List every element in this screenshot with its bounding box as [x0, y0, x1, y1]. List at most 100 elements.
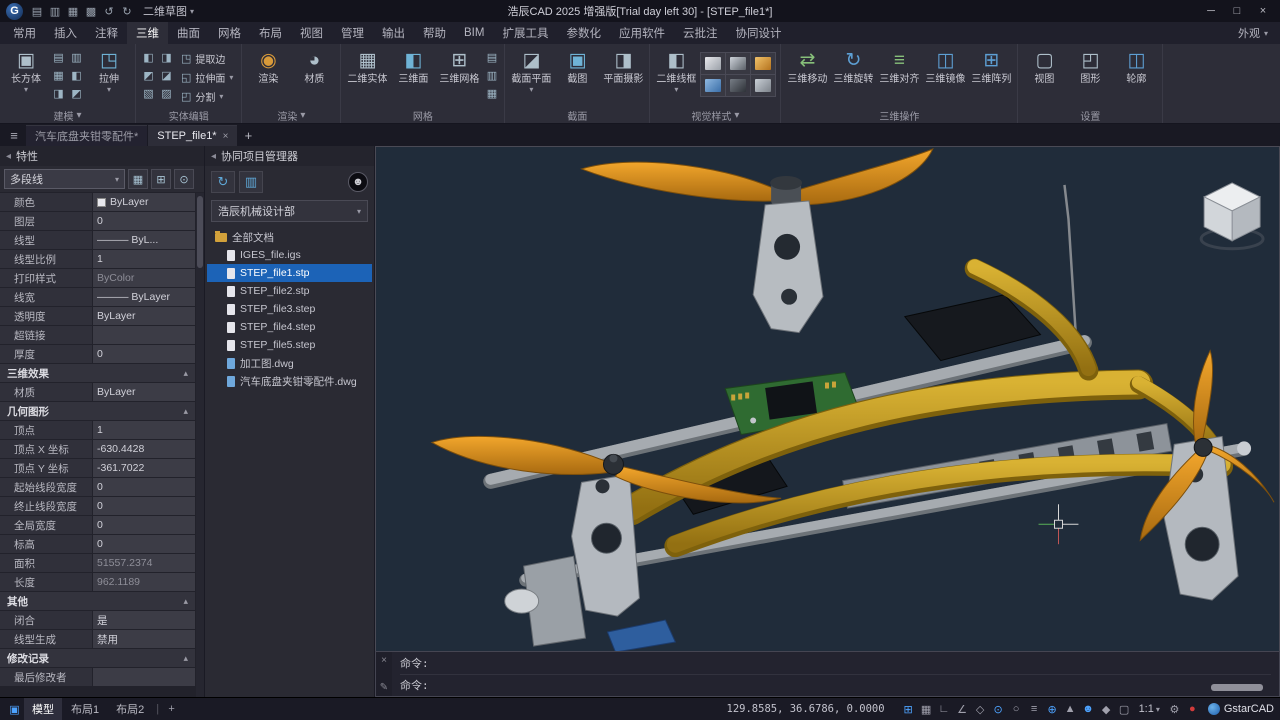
close-button[interactable]: × — [1250, 0, 1276, 22]
command-window[interactable]: × ✎ 命令: 命令: — [375, 651, 1280, 697]
tab-yingyong[interactable]: 应用软件 — [610, 22, 674, 44]
property-row-start-width[interactable]: 起始线段宽度 0 — [0, 478, 195, 496]
property-row-vertex[interactable]: 顶点 1 — [0, 421, 195, 439]
modeling-tool-icon[interactable]: ▦ — [50, 67, 67, 84]
collaboration-user-icon[interactable]: ☻ — [1080, 701, 1097, 718]
tab-qumian[interactable]: 曲面 — [168, 22, 209, 44]
ortho-icon[interactable]: ∟ — [936, 701, 953, 718]
group-label-render[interactable]: 渲染 ▾ — [242, 108, 340, 123]
modeling-tool-icon[interactable]: ▤ — [50, 49, 67, 66]
otrack-icon[interactable]: ○ — [1008, 701, 1025, 718]
tab-shitu[interactable]: 视图 — [291, 22, 332, 44]
print-icon[interactable]: ▩ — [82, 2, 100, 20]
object-type-dropdown[interactable]: 多段线 ▾ — [4, 169, 125, 189]
sync-project-button[interactable]: ↻ — [211, 171, 235, 193]
appearance-menu[interactable]: 外观 ▾ — [1226, 22, 1280, 44]
clean-screen-icon[interactable]: ▢ — [1116, 701, 1133, 718]
section-3d-effects[interactable]: 三维效果 ▴ — [0, 364, 195, 382]
property-row-thickness[interactable]: 厚度 0 — [0, 345, 195, 363]
profile-button[interactable]: ◫ 轮廓 — [1114, 46, 1158, 106]
tab-bim[interactable]: BIM — [455, 22, 493, 44]
solid-edit-tool-icon[interactable]: ◩ — [140, 67, 157, 84]
tree-file-step1[interactable]: STEP_file1.stp — [207, 264, 372, 282]
flatshot-button[interactable]: ◨ 平面摄影 — [601, 46, 645, 106]
property-row-elevation[interactable]: 标高 0 — [0, 535, 195, 553]
separate-button[interactable]: ◰ 分割 ▾ — [177, 87, 237, 105]
tree-folder-all-docs[interactable]: 全部文档 — [207, 228, 372, 246]
modeling-tool-icon[interactable]: ◩ — [68, 85, 85, 102]
panel-collapse-icon[interactable]: ◂ — [6, 151, 11, 162]
model-viewport[interactable] — [375, 146, 1280, 651]
tab-shuchu[interactable]: 输出 — [373, 22, 414, 44]
properties-panel-header[interactable]: ◂ 特性 — [0, 146, 204, 166]
3d-face-button[interactable]: ◧ 三维面 — [391, 46, 435, 106]
3d-mesh-button[interactable]: ⊞ 三维网格 — [437, 46, 481, 106]
tab-changyong[interactable]: 常用 — [4, 22, 45, 44]
drone-model[interactable] — [432, 149, 1274, 651]
visual-style-option[interactable] — [701, 75, 725, 96]
2d-solid-button[interactable]: ▦ 二维实体 — [345, 46, 389, 106]
property-row-linetype-gen[interactable]: 线型生成 禁用 — [0, 630, 195, 648]
graphics-button[interactable]: ◰ 图形 — [1068, 46, 1112, 106]
section-misc[interactable]: 其他 ▴ — [0, 592, 195, 610]
tree-file-machining-dwg[interactable]: 加工图.dwg — [207, 354, 372, 372]
tree-file-step5[interactable]: STEP_file5.step — [207, 336, 372, 354]
layout1-tab[interactable]: 布局1 — [63, 698, 107, 720]
section-modify-record[interactable]: 修改记录 ▴ — [0, 649, 195, 667]
solid-edit-tool-icon[interactable]: ◨ — [158, 49, 175, 66]
group-label-solid-edit[interactable]: 实体编辑 — [136, 108, 241, 123]
mesh-tool-icon[interactable]: ▥ — [483, 67, 500, 84]
close-command-icon[interactable]: × — [381, 655, 387, 666]
property-row-layer[interactable]: 图层 0 — [0, 212, 195, 230]
property-row-length[interactable]: 长度 962.1189 — [0, 573, 195, 591]
group-label-settings[interactable]: 设置 — [1018, 108, 1162, 123]
maximize-button[interactable]: □ — [1224, 0, 1250, 22]
tab-wangge[interactable]: 网格 — [209, 22, 250, 44]
solid-edit-tool-icon[interactable]: ◪ — [158, 67, 175, 84]
property-row-vertex-y[interactable]: 顶点 Y 坐标 -361.7022 — [0, 459, 195, 477]
workspace-switcher[interactable]: 二维草图 ▾ — [136, 3, 201, 19]
tab-canshuhua[interactable]: 参数化 — [557, 22, 610, 44]
materials-button[interactable]: ◕ 材质 — [292, 46, 336, 106]
section-geometry[interactable]: 几何图形 ▴ — [0, 402, 195, 420]
collapse-arrow-icon[interactable]: ▴ — [183, 368, 188, 379]
command-scrollbar-thumb[interactable] — [1211, 684, 1263, 691]
extrude-faces-button[interactable]: ◱ 拉伸面 ▾ — [177, 68, 237, 86]
tab-charu[interactable]: 插入 — [45, 22, 86, 44]
open-file-icon[interactable]: ▥ — [46, 2, 64, 20]
property-row-area[interactable]: 面积 51557.2374 — [0, 554, 195, 572]
3d-array-button[interactable]: ⊞ 三维阵列 — [969, 46, 1013, 106]
open-project-file-button[interactable]: ▥ — [239, 171, 263, 193]
edit-command-icon[interactable]: ✎ — [380, 682, 388, 693]
polar-tracking-icon[interactable]: ∠ — [954, 701, 971, 718]
undo-icon[interactable]: ↺ — [100, 2, 118, 20]
new-file-icon[interactable]: ▤ — [28, 2, 46, 20]
tree-file-iges[interactable]: IGES_file.igs — [207, 246, 372, 264]
property-row-material[interactable]: 材质 ByLayer — [0, 383, 195, 401]
model-tab[interactable]: 模型 — [24, 698, 62, 720]
group-label-modeling[interactable]: 建模 ▾ — [0, 108, 135, 123]
isodraft-icon[interactable]: ◇ — [972, 701, 989, 718]
command-lines[interactable]: 命令: 命令: — [392, 652, 1279, 696]
snap-icon[interactable]: ▦ — [918, 701, 935, 718]
tree-file-assembly-dwg[interactable]: 汽车底盘夹钳零配件.dwg — [207, 372, 372, 390]
views-button[interactable]: ▢ 视图 — [1022, 46, 1066, 106]
visual-style-option[interactable] — [751, 53, 775, 74]
property-row-linetype[interactable]: 线型 ——— ByL... — [0, 231, 195, 249]
tab-xietong[interactable]: 协同设计 — [726, 22, 790, 44]
team-dropdown[interactable]: 浩辰机械设计部 ▾ — [211, 200, 368, 222]
modeling-tool-icon[interactable]: ▥ — [68, 49, 85, 66]
3d-rotate-button[interactable]: ↻ 三维旋转 — [831, 46, 875, 106]
toggle-pickadd-button[interactable]: ▦ — [128, 169, 148, 189]
group-label-mesh[interactable]: 网格 — [341, 108, 504, 123]
lineweight-icon[interactable]: ≡ — [1026, 701, 1043, 718]
tab-guanli[interactable]: 管理 — [332, 22, 373, 44]
property-row-end-width[interactable]: 终止线段宽度 0 — [0, 497, 195, 515]
extrude-button[interactable]: ◳ 拉伸 ▾ — [87, 46, 131, 106]
tab-zhushi[interactable]: 注释 — [86, 22, 127, 44]
property-row-last-modifier[interactable]: 最后修改者 — [0, 668, 195, 686]
3d-align-button[interactable]: ≡ 三维对齐 — [877, 46, 921, 106]
property-row-hyperlink[interactable]: 超链接 — [0, 326, 195, 344]
property-row-plotstyle[interactable]: 打印样式 ByColor — [0, 269, 195, 287]
save-icon[interactable]: ▦ — [64, 2, 82, 20]
